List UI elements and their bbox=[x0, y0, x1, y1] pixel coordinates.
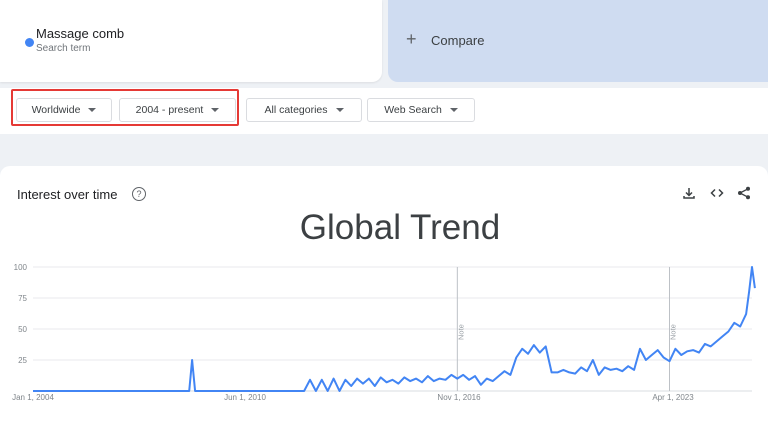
compare-button[interactable]: + Compare bbox=[388, 0, 768, 82]
embed-icon[interactable] bbox=[710, 186, 724, 200]
plus-icon: + bbox=[406, 29, 417, 49]
help-icon[interactable]: ? bbox=[132, 187, 146, 201]
chart-title: Interest over time bbox=[17, 187, 118, 202]
search-term-name[interactable]: Massage comb bbox=[36, 26, 124, 41]
compare-label: Compare bbox=[431, 33, 485, 48]
y-tick-label: 50 bbox=[18, 325, 27, 334]
search-term-card[interactable]: Massage comb Search term bbox=[0, 0, 382, 82]
category-dropdown[interactable]: All categories bbox=[246, 98, 362, 122]
category-label: All categories bbox=[264, 104, 328, 116]
y-tick-label: 75 bbox=[18, 294, 27, 303]
search-term-subtitle: Search term bbox=[36, 43, 91, 54]
x-tick-label: Jun 1, 2010 bbox=[224, 393, 266, 402]
share-icon[interactable] bbox=[737, 186, 751, 200]
note-label: Note bbox=[668, 324, 677, 340]
x-tick-label: Apr 1, 2023 bbox=[652, 393, 694, 402]
overlay-title: Global Trend bbox=[299, 208, 501, 247]
search-type-label: Web Search bbox=[384, 104, 442, 116]
y-tick-label: 100 bbox=[14, 263, 28, 272]
interest-line-chart: 100 75 50 25 Note Note Jan 1, 2004 Jun 1, 2010 N… bbox=[12, 263, 756, 402]
note-label: Note bbox=[456, 324, 465, 340]
chevron-down-icon bbox=[335, 108, 344, 112]
x-tick-label: Jan 1, 2004 bbox=[12, 393, 54, 402]
chevron-down-icon bbox=[449, 108, 458, 112]
search-type-dropdown[interactable]: Web Search bbox=[367, 98, 475, 122]
download-icon[interactable] bbox=[682, 186, 696, 200]
highlight-box bbox=[11, 89, 239, 126]
term-color-dot bbox=[25, 38, 34, 47]
y-tick-label: 25 bbox=[18, 356, 27, 365]
x-tick-label: Nov 1, 2016 bbox=[437, 393, 481, 402]
